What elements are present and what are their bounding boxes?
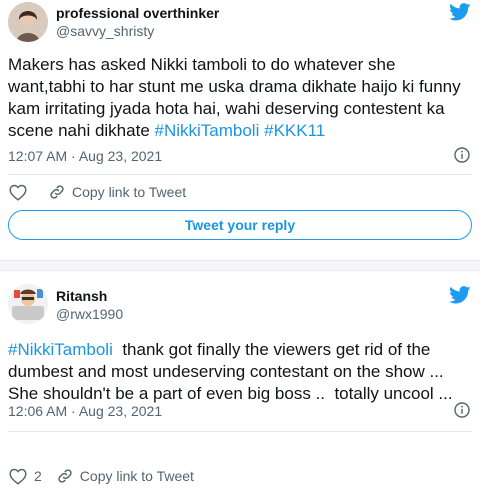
info-icon[interactable] bbox=[454, 402, 470, 418]
like-count: 2 bbox=[34, 468, 42, 484]
copy-link-button[interactable]: Copy link to Tweet bbox=[56, 467, 194, 485]
user-handle[interactable]: @rwx1990 bbox=[56, 306, 123, 322]
hashtag-link[interactable]: #NikkiTamboli bbox=[8, 340, 113, 359]
tweet-timestamp[interactable]: 12:06 AM · Aug 23, 2021 bbox=[8, 403, 162, 419]
like-button[interactable]: 2 bbox=[8, 467, 42, 485]
twitter-bird-icon[interactable] bbox=[449, 286, 471, 304]
tweet-card: Ritansh @rwx1990 #NikkiTamboli thank got… bbox=[0, 0, 480, 485]
avatar[interactable] bbox=[8, 284, 48, 324]
display-name[interactable]: Ritansh bbox=[56, 288, 107, 304]
link-icon bbox=[58, 469, 72, 483]
divider bbox=[8, 431, 472, 432]
copy-link-label: Copy link to Tweet bbox=[79, 468, 194, 484]
heart-icon bbox=[9, 468, 27, 485]
tweet-separator bbox=[0, 260, 480, 271]
tweet-actions: 2 Copy link to Tweet bbox=[8, 465, 208, 487]
tweet-text: #NikkiTamboli thank got finally the view… bbox=[8, 339, 474, 405]
